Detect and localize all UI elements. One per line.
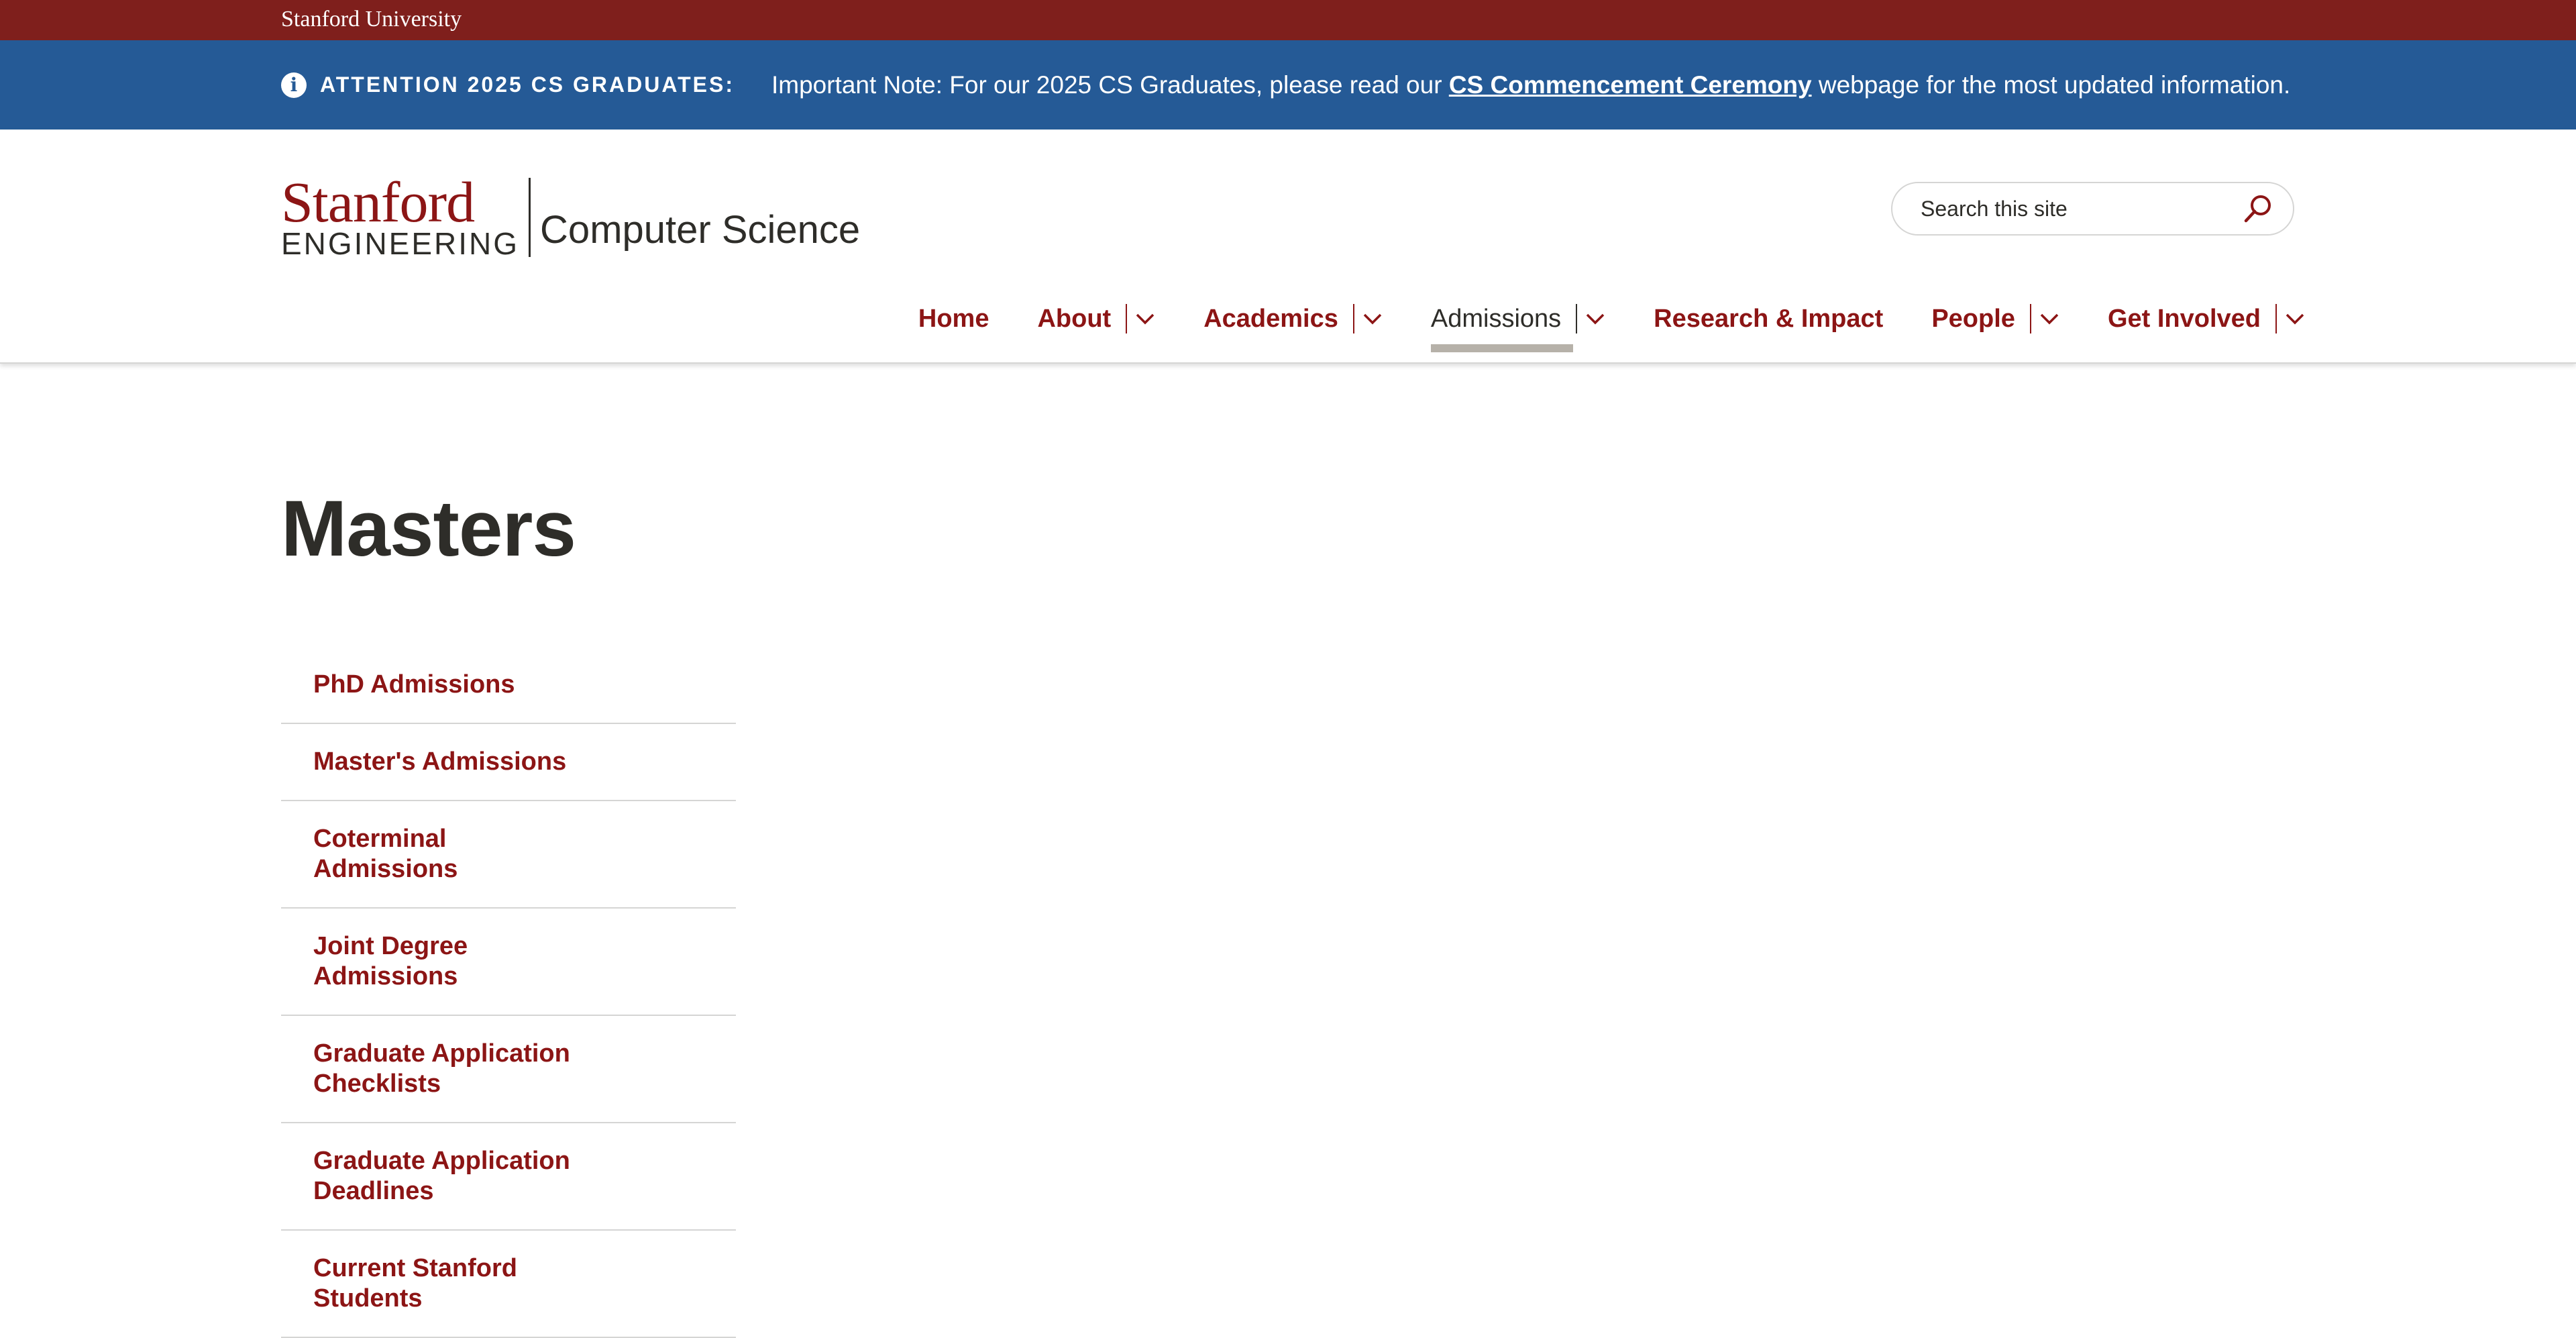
sidebar-item-graduate-application-deadlines: Graduate Application Deadlines — [281, 1123, 736, 1231]
nav-link-admissions[interactable]: Admissions — [1431, 305, 1561, 333]
site-search — [1891, 182, 2294, 236]
sidebar-item-phd-admissions: PhD Admissions — [281, 647, 736, 724]
sidebar-link-joint-degree-admissions[interactable]: Joint Degree Admissions — [313, 931, 595, 992]
sidebar-item-coterminal-admissions: Coterminal Admissions — [281, 801, 736, 909]
nav-item-home: Home — [918, 295, 989, 343]
search-input[interactable] — [1919, 195, 2239, 222]
sidebar-link-coterminal-admissions[interactable]: Coterminal Admissions — [313, 824, 595, 884]
logo-stanford-text: Stanford — [281, 170, 475, 234]
sidebar-link-graduate-application-deadlines[interactable]: Graduate Application Deadlines — [313, 1146, 595, 1206]
nav-item-get-involved: Get Involved — [2108, 295, 2305, 343]
logo-engineering-text: ENGINEERING — [281, 226, 520, 261]
search-button[interactable] — [2239, 190, 2277, 227]
nav-item-about: About — [1037, 295, 1155, 343]
site-brand-link[interactable]: Stanford ENGINEERING Computer Science — [281, 170, 861, 261]
nav-link-about[interactable]: About — [1037, 305, 1111, 333]
nav-item-academics: Academics — [1203, 295, 1383, 343]
nav-link-get-involved[interactable]: Get Involved — [2108, 305, 2261, 333]
alert-label: ATTENTION 2025 CS GRADUATES: — [320, 72, 735, 97]
academics-dropdown-toggle[interactable] — [1352, 304, 1383, 333]
chevron-down-icon — [1136, 313, 1155, 325]
info-circle-icon: i — [281, 72, 307, 98]
stanford-global-header: Stanford University — [0, 0, 2576, 40]
nav-item-admissions: Admissions — [1430, 295, 1605, 352]
nav-link-people[interactable]: People — [1931, 305, 2015, 333]
nav-link-home[interactable]: Home — [918, 305, 989, 333]
stanford-university-link[interactable]: Stanford University — [281, 4, 462, 35]
sidebar-link-graduate-application-checklists[interactable]: Graduate Application Checklists — [313, 1039, 595, 1099]
people-dropdown-toggle[interactable] — [2029, 304, 2059, 333]
section-sidebar-nav: PhD Admissions Master's Admissions Coter… — [281, 647, 736, 1338]
chevron-down-icon — [1586, 313, 1605, 325]
main-navigation: Home About Academics Admissions Research… — [918, 295, 2305, 352]
alert-message-after: webpage for the most updated information… — [1811, 70, 2291, 99]
chevron-down-icon — [2286, 313, 2304, 325]
alert-banner: i ATTENTION 2025 CS GRADUATES: Important… — [0, 40, 2576, 130]
commencement-ceremony-link[interactable]: CS Commencement Ceremony — [1449, 71, 1812, 99]
page-title: Masters — [281, 484, 576, 573]
alert-message: Important Note: For our 2025 CS Graduate… — [771, 71, 2290, 99]
site-name: Computer Science — [540, 207, 861, 252]
nav-link-research-impact[interactable]: Research & Impact — [1654, 305, 1883, 333]
sidebar-link-phd-admissions[interactable]: PhD Admissions — [313, 670, 595, 700]
alert-content: i ATTENTION 2025 CS GRADUATES: Important… — [281, 40, 2290, 130]
chevron-down-icon — [2040, 313, 2059, 325]
sidebar-item-graduate-application-checklists: Graduate Application Checklists — [281, 1016, 736, 1123]
sidebar-item-current-stanford-students: Current Stanford Students — [281, 1231, 736, 1338]
get-involved-dropdown-toggle[interactable] — [2275, 304, 2305, 333]
about-dropdown-toggle[interactable] — [1126, 304, 1155, 333]
stanford-engineering-logo: Stanford ENGINEERING — [281, 170, 520, 261]
alert-message-before: Important Note: For our 2025 CS Graduate… — [771, 70, 1449, 99]
admissions-dropdown-toggle[interactable] — [1576, 304, 1605, 333]
sidebar-link-masters-admissions[interactable]: Master's Admissions — [313, 747, 595, 777]
chevron-down-icon — [1363, 313, 1382, 325]
nav-link-academics[interactable]: Academics — [1203, 305, 1338, 333]
brand-divider — [529, 178, 531, 257]
sidebar-item-joint-degree-admissions: Joint Degree Admissions — [281, 909, 736, 1016]
sidebar-item-masters-admissions: Master's Admissions — [281, 724, 736, 801]
nav-item-research-impact: Research & Impact — [1654, 295, 1883, 343]
nav-item-people: People — [1931, 295, 2059, 343]
site-masthead: Stanford ENGINEERING Computer Science Ho… — [0, 130, 2576, 364]
search-icon — [2244, 195, 2271, 223]
